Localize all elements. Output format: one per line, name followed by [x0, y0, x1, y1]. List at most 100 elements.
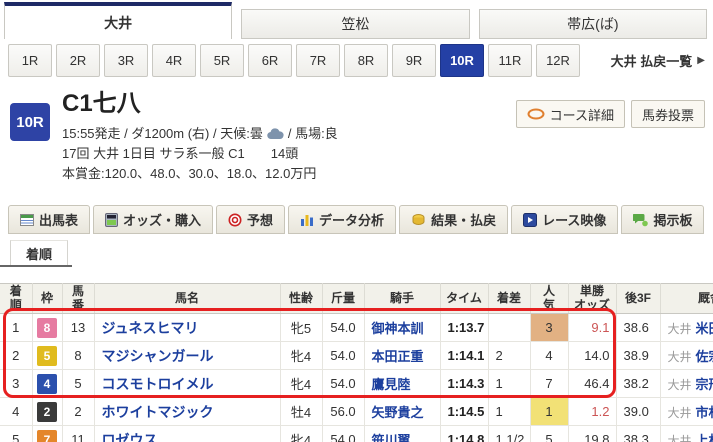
sex-age: 牝5	[280, 313, 323, 342]
jockey-cell: 本田正重	[364, 341, 441, 370]
trainer-link[interactable]: 宗形竹	[696, 377, 713, 392]
cloud-weather-icon	[267, 128, 284, 140]
horse-name-link[interactable]: ロゼウス	[102, 432, 158, 442]
tab-bulletin-board[interactable]: 掲示板	[621, 205, 705, 234]
sex-age: 牝4	[280, 341, 323, 370]
bracket-badge: 7	[37, 429, 57, 442]
time-cell: 1:14.8	[440, 425, 489, 442]
horse-name-link[interactable]: ジュネスヒマリ	[102, 320, 199, 336]
race-button-7r[interactable]: 7R	[296, 44, 340, 77]
stable-track: 大井	[667, 378, 692, 392]
win-odds-cell: 14.0	[568, 341, 617, 370]
betting-label: 馬券投票	[641, 107, 694, 123]
tab-results-payout[interactable]: 結果・払戻	[399, 205, 509, 234]
payout-list-label: 大井 払戻一覧	[610, 54, 693, 69]
tab-odds-purchase-label: オッズ・購入	[123, 213, 202, 228]
table-header-row: 着 順 枠 馬 番 馬名 性齢 斤量 騎手 タイム 着差 人 気 単勝 オッズ …	[0, 283, 713, 314]
tab-racecard[interactable]: 出馬表	[8, 205, 91, 234]
horse-name-cell: ロゼウス	[94, 425, 281, 442]
race-button-8r[interactable]: 8R	[344, 44, 388, 77]
tab-odds-purchase[interactable]: オッズ・購入	[93, 205, 214, 234]
race-button-2r[interactable]: 2R	[56, 44, 100, 77]
table-row: 4 2 2 ホワイトマジック 牡4 56.0 矢野貴之 1:14.5 1 1 1…	[0, 397, 713, 426]
finish-pos: 4	[0, 397, 33, 426]
track-tabs: 大井 笠松 帯広(ば)	[4, 2, 707, 39]
results-table: 着 順 枠 馬 番 馬名 性齢 斤量 騎手 タイム 着差 人 気 単勝 オッズ …	[0, 283, 713, 442]
race-button-9r[interactable]: 9R	[392, 44, 436, 77]
popularity-cell: 1	[530, 397, 569, 426]
race-conditions-line: 15:55発走 / ダ1200m (右) / 天候:曇 / 馬場:良	[62, 124, 338, 144]
last-3f-cell: 39.0	[616, 397, 661, 426]
horse-name-link[interactable]: ホワイトマジック	[102, 404, 214, 420]
carried-weight: 54.0	[322, 425, 365, 442]
col-header-sexage: 性齢	[280, 283, 323, 314]
trainer-link[interactable]: 佐宗応	[696, 349, 713, 364]
bar-chart-icon	[300, 213, 314, 227]
payout-list-link[interactable]: 大井 払戻一覧 ▶	[611, 51, 705, 70]
stable-track: 大井	[667, 322, 692, 336]
trainer-link[interactable]: 上杉昌	[696, 433, 713, 442]
carried-weight: 54.0	[322, 369, 365, 398]
coins-icon	[411, 213, 426, 227]
time-cell: 1:14.1	[440, 341, 489, 370]
track-tab-obihiro[interactable]: 帯広(ば)	[478, 9, 707, 39]
horse-name-link[interactable]: マジシャンガール	[102, 348, 214, 364]
col-header-last3f: 後3F	[616, 283, 661, 314]
race-button-3r[interactable]: 3R	[104, 44, 148, 77]
track-tab-kasamatsu[interactable]: 笠松	[241, 9, 470, 39]
col-header-popularity: 人 気	[530, 283, 569, 314]
horse-number: 5	[62, 369, 95, 398]
tab-data-analysis-label: データ分析	[319, 213, 385, 228]
race-button-1r[interactable]: 1R	[8, 44, 52, 77]
racecard-icon	[20, 213, 34, 227]
betting-button[interactable]: 馬券投票	[630, 100, 705, 128]
race-time-distance-weather: 15:55発走 / ダ1200m (右) / 天候:曇	[62, 125, 263, 141]
results-table-wrap: 着 順 枠 馬 番 馬名 性齢 斤量 騎手 タイム 着差 人 気 単勝 オッズ …	[0, 283, 713, 442]
race-button-4r[interactable]: 4R	[152, 44, 196, 77]
horse-number: 8	[62, 341, 95, 370]
jockey-link[interactable]: 御神本訓	[372, 321, 424, 336]
win-odds-cell: 19.8	[568, 425, 617, 442]
track-tab-oi[interactable]: 大井	[4, 2, 233, 39]
margin-cell: 1.1/2	[488, 425, 531, 442]
race-button-6r[interactable]: 6R	[248, 44, 292, 77]
race-button-11r[interactable]: 11R	[488, 44, 532, 77]
jockey-link[interactable]: 矢野貴之	[372, 405, 424, 420]
race-number-nav: 1R 2R 3R 4R 5R 6R 7R 8R 9R 10R 11R 12R 大…	[8, 44, 705, 77]
tab-race-video-label: レース映像	[542, 213, 607, 228]
trainer-link[interactable]: 米田英	[696, 321, 713, 336]
tab-prediction[interactable]: 予想	[216, 205, 286, 234]
trainer-link[interactable]: 市村誠	[696, 405, 713, 420]
col-header-number: 馬 番	[62, 283, 95, 314]
race-button-10r[interactable]: 10R	[440, 44, 484, 77]
horse-name-cell: マジシャンガール	[94, 341, 281, 370]
col-header-margin: 着差	[488, 283, 531, 314]
tab-race-video[interactable]: レース映像	[511, 205, 619, 234]
tab-bulletin-board-label: 掲示板	[653, 213, 693, 228]
calculator-icon	[105, 212, 119, 227]
stable-track: 大井	[667, 350, 692, 364]
jockey-link[interactable]: 本田正重	[372, 349, 424, 364]
arrow-right-icon: ▶	[697, 55, 705, 66]
horse-name-link[interactable]: コスモトロイメル	[102, 376, 214, 392]
jockey-link[interactable]: 鷹見陸	[372, 377, 411, 392]
chat-icon	[633, 213, 649, 227]
horse-number: 11	[62, 425, 95, 442]
tab-prediction-label: 予想	[247, 213, 274, 228]
col-header-odds: 単勝 オッズ	[568, 283, 617, 314]
tab-data-analysis[interactable]: データ分析	[288, 205, 397, 234]
bracket-cell: 2	[32, 397, 63, 426]
table-row: 2 5 8 マジシャンガール 牝4 54.0 本田正重 1:14.1 2 4 1…	[0, 341, 713, 370]
race-button-5r[interactable]: 5R	[200, 44, 244, 77]
race-button-12r[interactable]: 12R	[536, 44, 580, 77]
carried-weight: 54.0	[322, 313, 365, 342]
finish-pos: 5	[0, 425, 33, 442]
course-detail-button[interactable]: コース詳細	[515, 100, 625, 128]
bracket-cell: 8	[32, 313, 63, 342]
sub-tab-finish-order[interactable]: 着順	[10, 240, 68, 265]
popularity-cell: 5	[530, 425, 569, 442]
finish-pos: 1	[0, 313, 33, 342]
jockey-link[interactable]: 笹川翼	[372, 433, 411, 442]
horse-name-cell: ホワイトマジック	[94, 397, 281, 426]
col-header-finish: 着 順	[0, 283, 33, 314]
